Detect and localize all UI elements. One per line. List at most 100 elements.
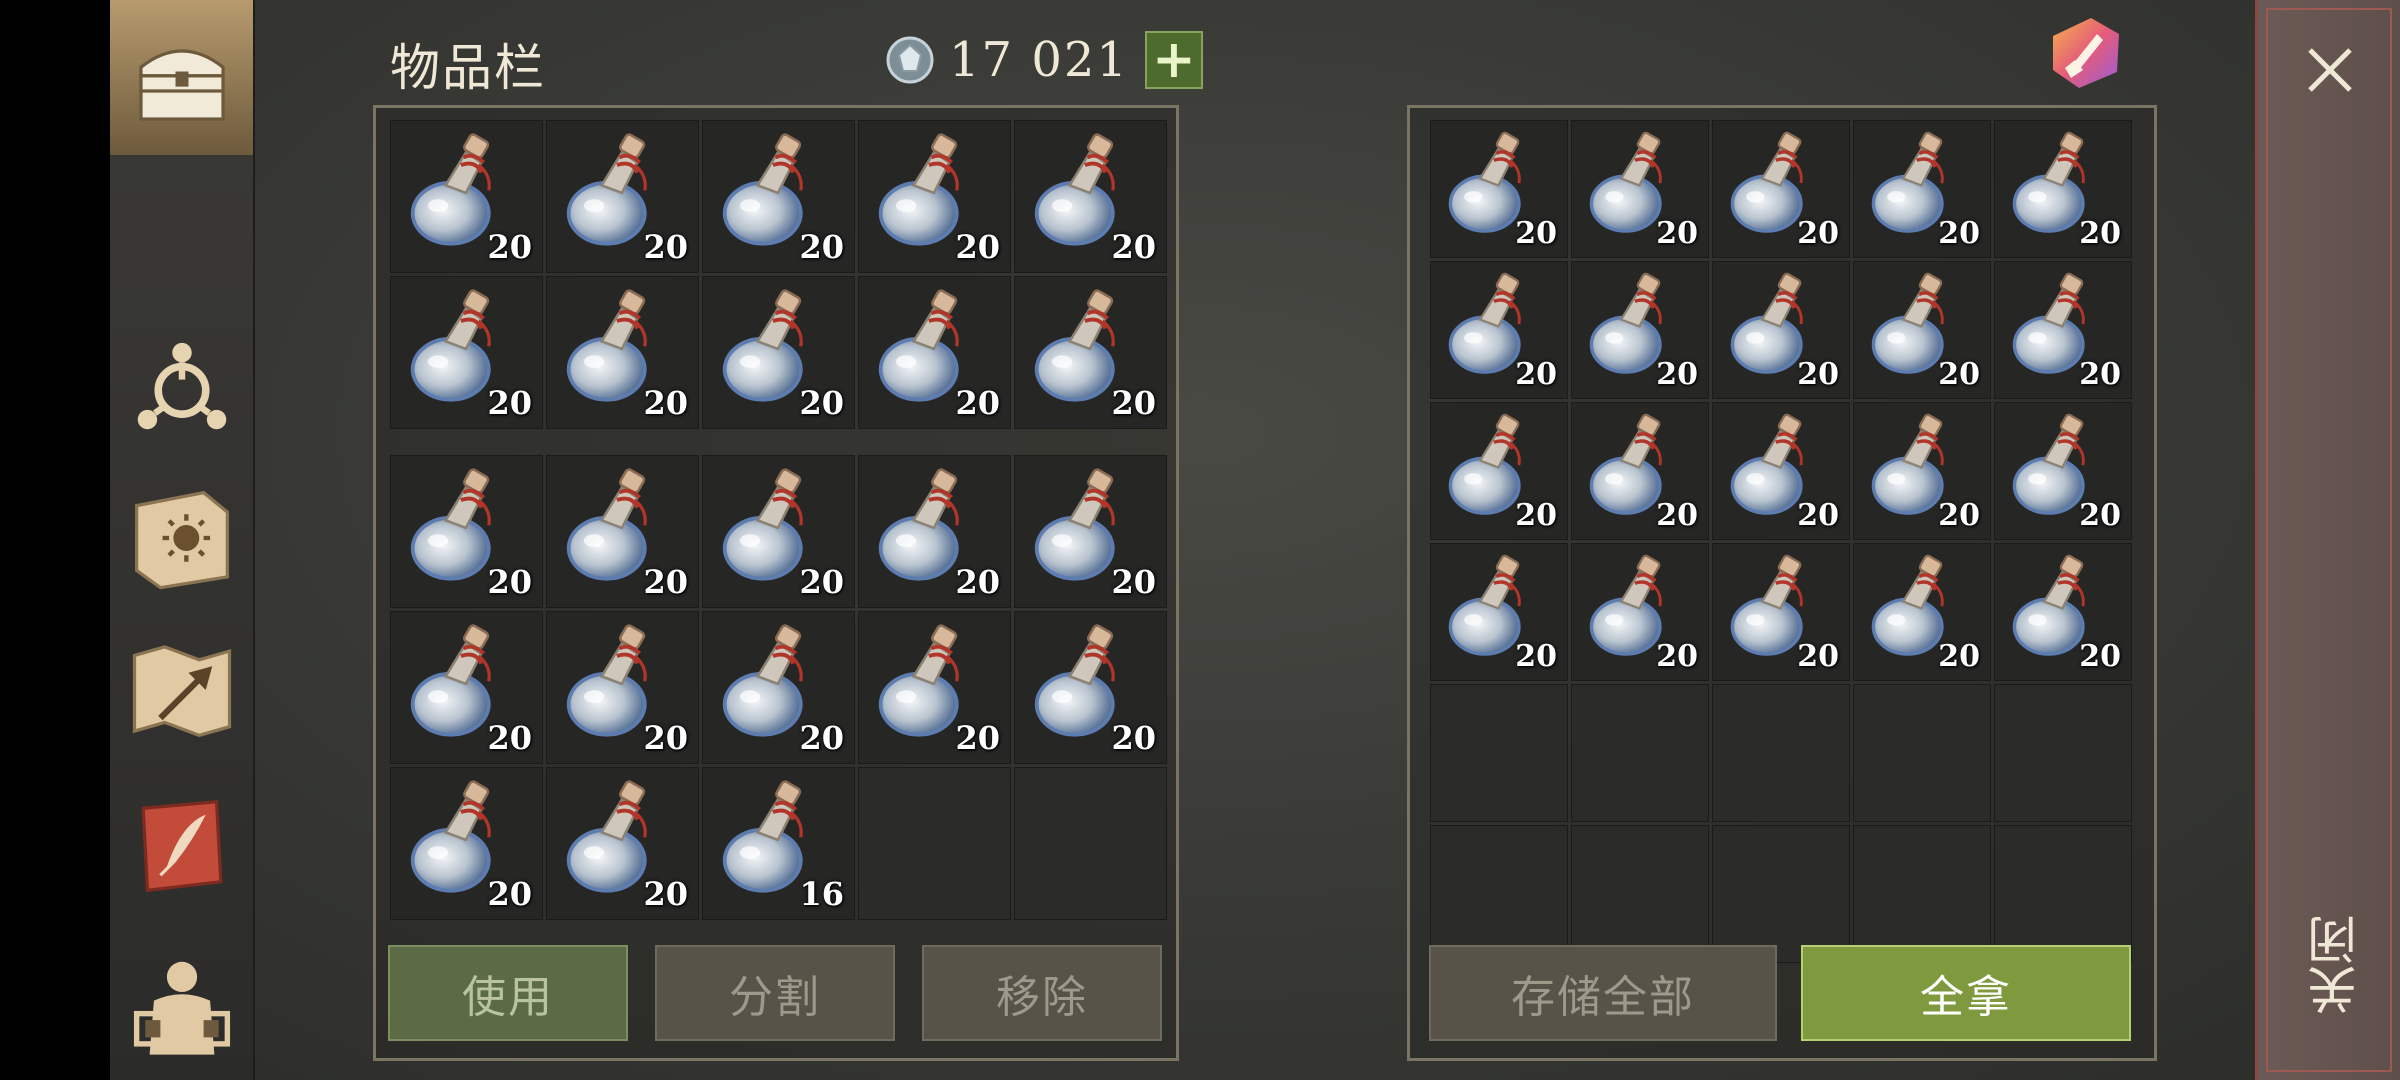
item-slot[interactable]: 20: [1853, 120, 1991, 258]
item-quantity: 20: [799, 228, 844, 266]
item-slot[interactable]: 20: [702, 120, 855, 273]
item-slot[interactable]: 20: [390, 120, 543, 273]
sidebar-item-inventory[interactable]: [110, 0, 253, 155]
item-quantity: 20: [799, 719, 844, 757]
use-button[interactable]: 使用: [388, 945, 628, 1041]
item-quantity: 20: [955, 563, 1000, 601]
item-slot[interactable]: 20: [1994, 543, 2132, 681]
item-quantity: 20: [643, 228, 688, 266]
empty-slot[interactable]: [1430, 825, 1568, 963]
journal-icon: [134, 490, 229, 590]
item-slot[interactable]: 20: [1853, 261, 1991, 399]
item-slot[interactable]: 20: [546, 276, 699, 429]
empty-slot[interactable]: [1712, 825, 1850, 963]
item-quantity: 20: [2079, 357, 2121, 392]
item-quantity: 20: [1111, 563, 1156, 601]
item-quantity: 20: [955, 228, 1000, 266]
item-slot[interactable]: 20: [1014, 120, 1167, 273]
item-slot[interactable]: 20: [546, 767, 699, 920]
empty-slot[interactable]: [1712, 684, 1850, 822]
item-slot[interactable]: 20: [1430, 261, 1568, 399]
item-slot[interactable]: 20: [1712, 120, 1850, 258]
item-quantity: 20: [643, 563, 688, 601]
close-icon[interactable]: [2300, 40, 2360, 100]
map-build-icon: [132, 645, 231, 738]
item-slot[interactable]: 20: [546, 120, 699, 273]
sidebar-item-journal[interactable]: [110, 468, 253, 608]
sidebar-item-character[interactable]: [110, 935, 253, 1075]
take-all-button[interactable]: 全拿: [1801, 945, 2131, 1041]
item-slot[interactable]: 20: [702, 611, 855, 764]
item-slot[interactable]: 20: [1571, 543, 1709, 681]
item-slot[interactable]: 20: [390, 276, 543, 429]
item-quantity: 20: [1111, 228, 1156, 266]
item-slot[interactable]: 20: [1014, 276, 1167, 429]
item-slot[interactable]: 20: [1994, 120, 2132, 258]
item-slot[interactable]: 20: [390, 455, 543, 608]
item-slot[interactable]: 20: [1430, 120, 1568, 258]
currency-display: 17 021 +: [885, 30, 1203, 90]
item-quantity: 20: [2079, 498, 2121, 533]
sidebar-item-quests[interactable]: [110, 775, 253, 915]
sidebar-item-map[interactable]: [110, 620, 253, 760]
item-quantity: 20: [2079, 639, 2121, 674]
item-slot[interactable]: 16: [702, 767, 855, 920]
split-button[interactable]: 分割: [655, 945, 895, 1041]
item-slot[interactable]: 20: [1571, 402, 1709, 540]
item-quantity: 20: [955, 719, 1000, 757]
item-quantity: 20: [799, 563, 844, 601]
store-all-button[interactable]: 存储全部: [1429, 945, 1777, 1041]
empty-slot[interactable]: [1430, 684, 1568, 822]
item-slot[interactable]: 20: [1014, 611, 1167, 764]
item-slot[interactable]: 20: [702, 455, 855, 608]
sidebar-item-skills[interactable]: [110, 315, 253, 455]
sort-clean-icon[interactable]: [2045, 12, 2125, 92]
item-slot[interactable]: 20: [858, 455, 1011, 608]
item-slot[interactable]: 20: [1853, 402, 1991, 540]
item-quantity: 20: [955, 384, 1000, 422]
empty-slot[interactable]: [1571, 684, 1709, 822]
item-quantity: 20: [1938, 216, 1980, 251]
page-title: 物品栏: [390, 39, 546, 97]
remove-button[interactable]: 移除: [922, 945, 1162, 1041]
close-label[interactable]: 关闭: [2300, 915, 2365, 1015]
item-slot[interactable]: 20: [1571, 120, 1709, 258]
item-slot[interactable]: 20: [1430, 543, 1568, 681]
item-quantity: 20: [643, 875, 688, 913]
item-quantity: 20: [2079, 216, 2121, 251]
item-quantity: 20: [1515, 498, 1557, 533]
item-slot[interactable]: 20: [1994, 261, 2132, 399]
item-slot[interactable]: 20: [1853, 543, 1991, 681]
empty-slot[interactable]: [1853, 684, 1991, 822]
item-quantity: 20: [1111, 384, 1156, 422]
item-slot[interactable]: 20: [390, 611, 543, 764]
item-slot[interactable]: 20: [702, 276, 855, 429]
storage-grid: 20 20 20 20 20 20 20 20 20 20 20 20 20 2…: [1430, 120, 2132, 963]
empty-slot[interactable]: [1571, 825, 1709, 963]
character-icon: [133, 961, 230, 1055]
empty-slot[interactable]: [858, 767, 1011, 920]
sidebar: [110, 0, 255, 1080]
empty-slot[interactable]: [1853, 825, 1991, 963]
empty-slot[interactable]: [1014, 767, 1167, 920]
item-slot[interactable]: 20: [390, 767, 543, 920]
item-slot[interactable]: 20: [1994, 402, 2132, 540]
item-slot[interactable]: 20: [858, 120, 1011, 273]
item-slot[interactable]: 20: [546, 611, 699, 764]
item-slot[interactable]: 20: [1712, 543, 1850, 681]
item-slot[interactable]: 20: [1014, 455, 1167, 608]
item-quantity: 20: [1656, 498, 1698, 533]
item-slot[interactable]: 20: [546, 455, 699, 608]
quest-scroll-icon: [140, 800, 223, 893]
item-slot[interactable]: 20: [1430, 402, 1568, 540]
empty-slot[interactable]: [1994, 825, 2132, 963]
item-slot[interactable]: 20: [858, 276, 1011, 429]
item-slot[interactable]: 20: [1571, 261, 1709, 399]
empty-slot[interactable]: [1994, 684, 2132, 822]
item-slot[interactable]: 20: [1712, 261, 1850, 399]
item-slot[interactable]: 20: [858, 611, 1011, 764]
item-quantity: 20: [487, 228, 532, 266]
item-slot[interactable]: 20: [1712, 402, 1850, 540]
add-currency-button[interactable]: +: [1144, 31, 1203, 89]
game-screen: 物品栏 17 021 + 20 20 20 20 20 20 20 20 20 …: [0, 0, 2400, 1080]
